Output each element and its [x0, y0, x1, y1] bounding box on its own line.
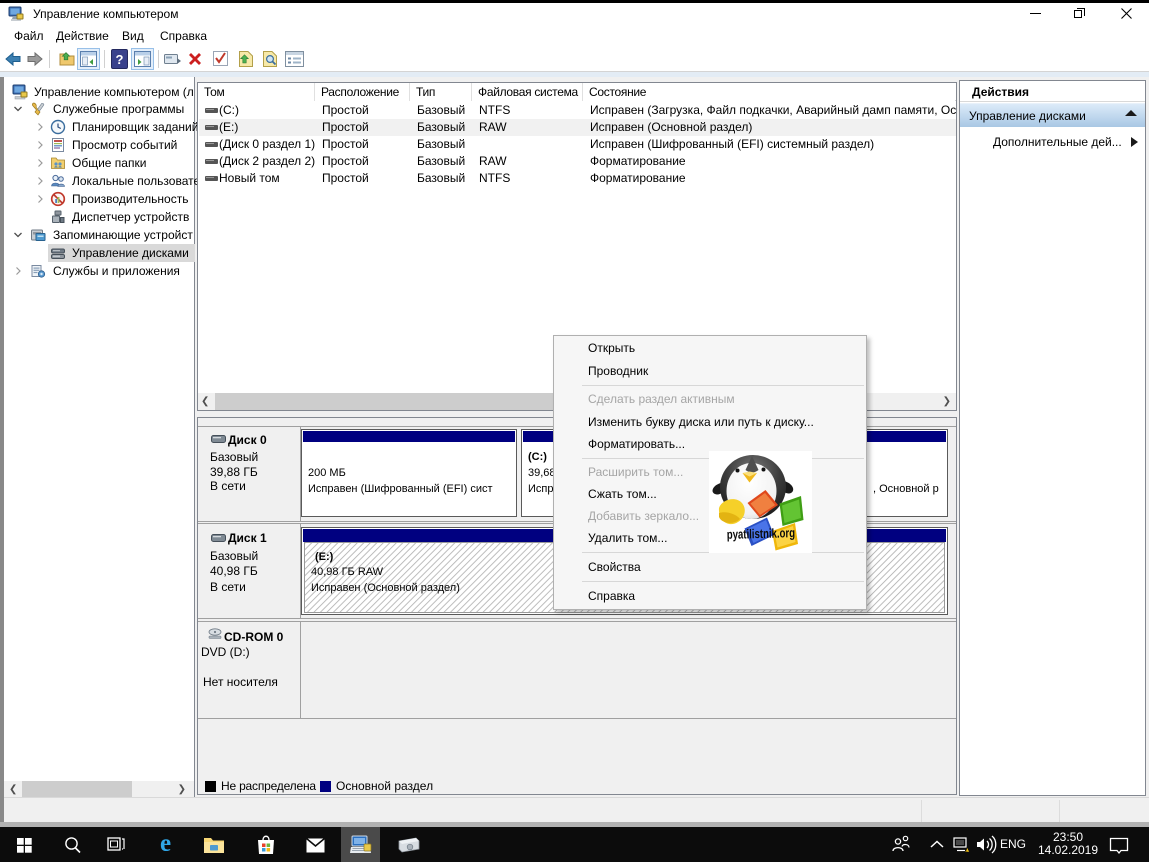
svg-text:pyatilistnik.org: pyatilistnik.org: [727, 527, 796, 542]
svg-text:!: !: [966, 848, 967, 853]
